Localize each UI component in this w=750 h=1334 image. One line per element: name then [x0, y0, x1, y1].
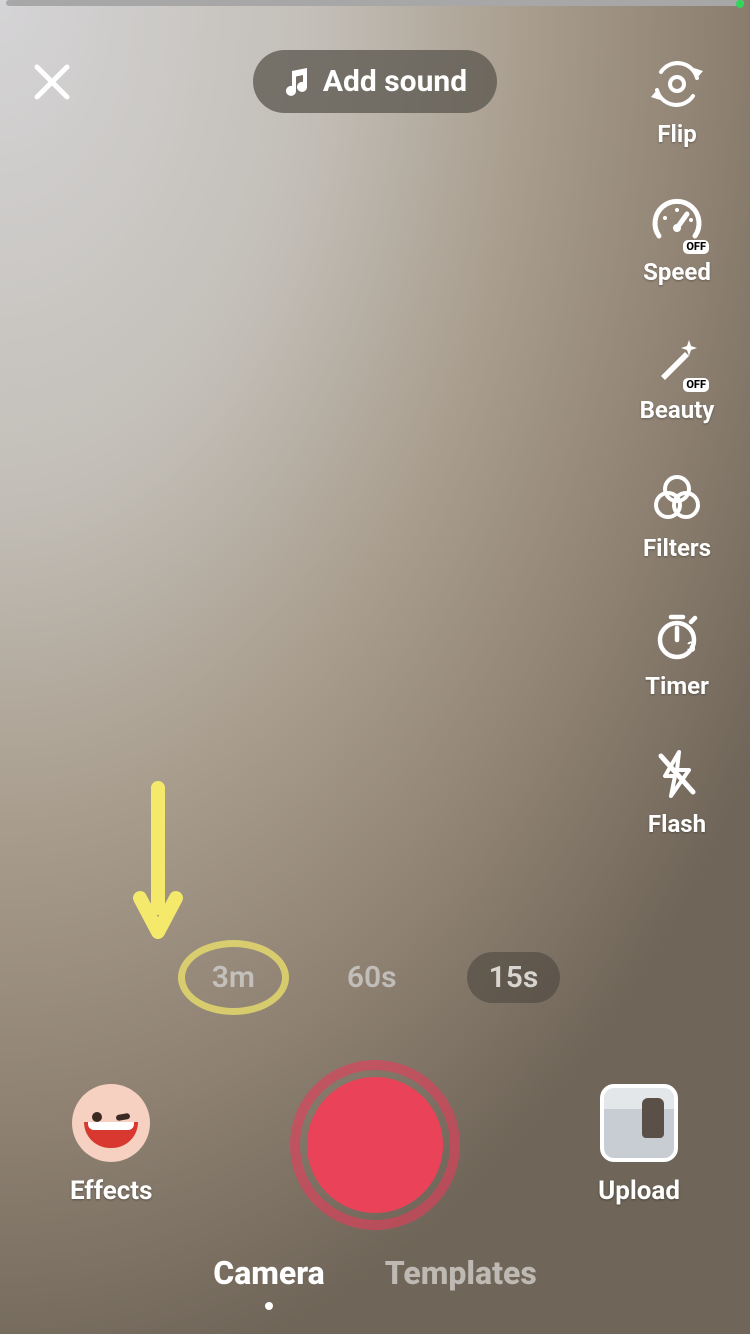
tool-flash-label: Flash — [648, 810, 706, 838]
mode-templates[interactable]: Templates — [385, 1254, 537, 1310]
duration-3m[interactable]: 3m — [190, 952, 277, 1003]
bottom-controls: Effects Upload — [0, 1060, 750, 1230]
tool-speed-label: Speed — [643, 258, 711, 286]
tool-flip-label: Flip — [657, 120, 696, 148]
effects-button[interactable]: Effects — [70, 1084, 152, 1206]
mode-camera-label: Camera — [213, 1254, 325, 1292]
record-button-inner — [307, 1077, 443, 1213]
status-bar — [6, 0, 744, 8]
upload-label: Upload — [598, 1176, 680, 1206]
duration-60s-label: 60s — [347, 960, 397, 995]
status-recording-dot — [736, 0, 744, 8]
mode-active-dot — [265, 1302, 273, 1310]
duration-selector: 3m 60s 15s — [0, 952, 750, 1003]
tool-timer[interactable]: 3 Timer — [645, 608, 709, 700]
mode-templates-label: Templates — [385, 1254, 537, 1292]
mode-tabs: Camera Templates — [0, 1254, 750, 1310]
beauty-off-badge: OFF — [683, 378, 709, 392]
speed-off-badge: OFF — [683, 240, 709, 254]
close-button[interactable] — [24, 54, 80, 110]
filters-icon — [651, 472, 703, 524]
effects-label: Effects — [70, 1176, 152, 1206]
effects-icon — [72, 1084, 150, 1162]
tool-speed[interactable]: OFF Speed — [643, 194, 711, 286]
annotation-arrow-icon — [128, 780, 188, 950]
add-sound-label: Add sound — [323, 64, 467, 99]
duration-15s-label: 15s — [489, 960, 539, 995]
add-sound-button[interactable]: Add sound — [253, 50, 497, 113]
tool-flip[interactable]: Flip — [649, 56, 705, 148]
duration-15s[interactable]: 15s — [467, 952, 561, 1003]
tool-filters-label: Filters — [643, 534, 711, 562]
tool-beauty-label: Beauty — [640, 396, 715, 424]
music-note-icon — [283, 67, 311, 97]
upload-button[interactable]: Upload — [598, 1084, 680, 1206]
duration-60s[interactable]: 60s — [325, 952, 419, 1003]
camera-screen: Add sound Flip — [0, 0, 750, 1334]
duration-3m-label: 3m — [212, 960, 255, 995]
timer-icon: 3 — [651, 610, 703, 662]
tool-filters[interactable]: Filters — [643, 470, 711, 562]
flip-icon — [651, 58, 703, 110]
upload-thumbnail — [600, 1084, 678, 1162]
svg-text:3: 3 — [687, 638, 696, 656]
flash-icon — [651, 748, 703, 800]
tool-beauty[interactable]: OFF Beauty — [640, 332, 715, 424]
status-progress-line — [6, 0, 744, 6]
mode-camera[interactable]: Camera — [213, 1254, 325, 1310]
record-button[interactable] — [290, 1060, 460, 1230]
tool-timer-label: Timer — [645, 672, 709, 700]
tool-flash[interactable]: Flash — [648, 746, 706, 838]
side-toolbar: Flip OFF Speed OFF B — [622, 56, 732, 838]
close-icon — [33, 63, 71, 101]
